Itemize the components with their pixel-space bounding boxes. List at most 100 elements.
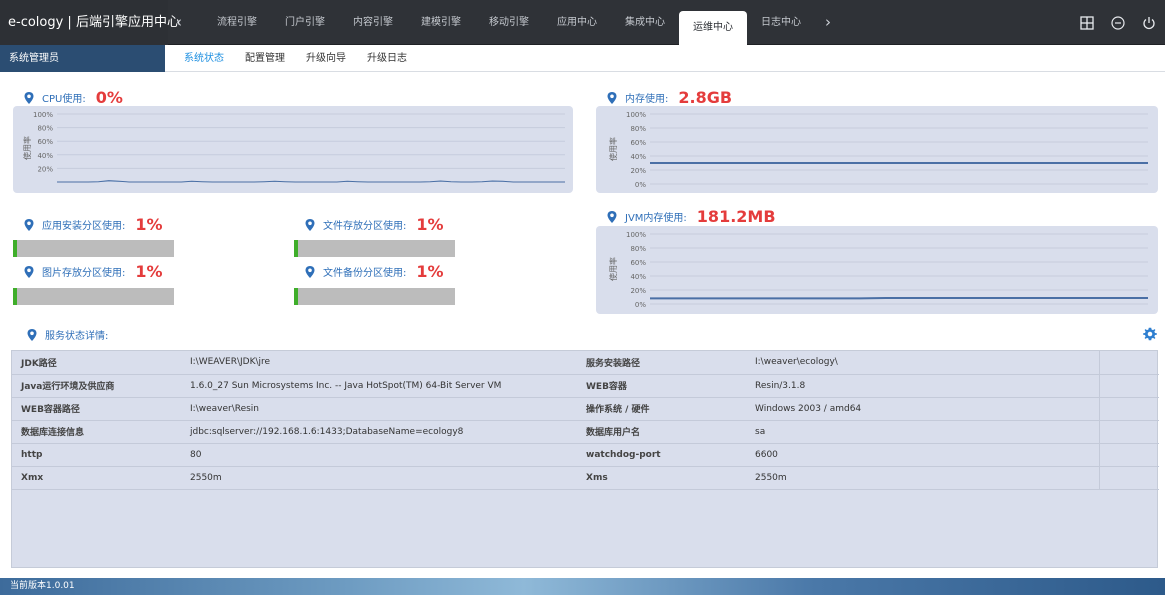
tab-upgrade-wizard[interactable]: 升级向导: [306, 45, 346, 72]
y-tick-label: 100%: [626, 231, 646, 239]
table-cell-empty: [1098, 420, 1159, 444]
nav-tab-7[interactable]: 运维中心: [679, 11, 747, 45]
image-partition-label: 图片存放分区使用:: [42, 268, 126, 279]
backup-partition-label: 文件备份分区使用:: [323, 268, 407, 279]
system-status-panel: CPU使用: 0% 100% 80% 60% 40% 20% 使用率 内存使用: 2.8G…: [0, 72, 1165, 578]
service-value: I:\WEAVER\JDK\jre: [181, 351, 577, 375]
table-row: http 80 watchdog-port 6600: [12, 443, 1159, 467]
service-key: Xms: [577, 466, 746, 490]
nav-tab-0[interactable]: 流程引擎: [203, 0, 271, 45]
tab-config-management[interactable]: 配置管理: [245, 45, 285, 72]
backup-partition-title: 文件备份分区使用: 1%: [303, 262, 444, 281]
nav-tab-4[interactable]: 移动引擎: [475, 0, 543, 45]
image-partition-value: 1%: [135, 262, 163, 281]
table-row: Java运行环境及供应商 1.6.0_27 Sun Microsystems In…: [12, 374, 1159, 398]
version-label: 当前版本1.0.01: [10, 581, 75, 591]
file-partition-title: 文件存放分区使用: 1%: [303, 215, 444, 234]
service-value: I:\weaver\ecology\: [746, 351, 1099, 375]
nav-tab-1[interactable]: 门户引擎: [271, 0, 339, 45]
table-cell-empty: [1098, 374, 1159, 398]
nav-tab-3[interactable]: 建模引擎: [407, 0, 475, 45]
service-value: Resin/3.1.8: [746, 374, 1099, 398]
menu-circle-icon[interactable]: [1110, 15, 1126, 31]
jvm-usage-chart: 100% 80% 60% 40% 20% 0% 使用率: [596, 226, 1158, 314]
location-pin-icon: [305, 218, 315, 231]
main-nav-tabs: 流程引擎 门户引擎 内容引擎 建模引擎 移动引擎 应用中心 集成中心 运维中心 日志中心: [203, 0, 815, 45]
memory-chart-svg: 100% 80% 60% 40% 20% 0% 使用率: [608, 111, 1148, 189]
app-partition-bar: [13, 240, 174, 257]
grid-icon[interactable]: [1079, 15, 1095, 31]
y-axis-label: 使用率: [608, 257, 618, 281]
file-partition-bar-fill: [296, 240, 298, 257]
jvm-usage-label: JVM内存使用:: [625, 213, 687, 224]
backup-partition-bar: [294, 288, 455, 305]
service-value: I:\weaver\Resin: [181, 397, 577, 421]
table-cell-empty: [1098, 397, 1159, 421]
service-value: Windows 2003 / amd64: [746, 397, 1099, 421]
y-tick-label: 40%: [37, 152, 53, 160]
cpu-chart-svg: 100% 80% 60% 40% 20% 使用率: [22, 111, 565, 183]
jvm-chart-svg: 100% 80% 60% 40% 20% 0% 使用率: [608, 231, 1148, 309]
chevron-right-icon[interactable]: ›: [825, 0, 831, 45]
cpu-usage-value: 0%: [95, 88, 123, 107]
service-key: 服务安装路径: [577, 351, 746, 375]
y-axis-label: 使用率: [608, 137, 618, 161]
service-key: WEB容器: [577, 374, 746, 398]
power-icon[interactable]: [1141, 15, 1157, 31]
app-partition-bar-fill: [15, 240, 17, 257]
service-details-panel: JDK路径 I:\WEAVER\JDK\jre 服务安装路径 I:\weaver\ec…: [11, 350, 1159, 568]
table-row: Xmx 2550m Xms 2550m: [12, 466, 1159, 490]
admin-label: 系统管理员: [0, 45, 165, 72]
service-key: 数据库连接信息: [12, 420, 181, 444]
nav-tab-8[interactable]: 日志中心: [747, 0, 815, 45]
tab-upgrade-log[interactable]: 升级日志: [367, 45, 407, 72]
y-tick-label: 0%: [635, 301, 646, 309]
nav-tab-2[interactable]: 内容引擎: [339, 0, 407, 45]
memory-usage-title: 内存使用: 2.8GB: [605, 88, 732, 107]
file-partition-bar: [294, 240, 455, 257]
memory-usage-chart: 100% 80% 60% 40% 20% 0% 使用率: [596, 106, 1158, 193]
y-axis-label: 使用率: [22, 136, 32, 160]
table-cell-empty: [1098, 443, 1159, 467]
service-value: sa: [746, 420, 1099, 444]
service-value: 80: [181, 443, 577, 467]
y-tick-label: 40%: [630, 153, 646, 161]
gear-icon[interactable]: [1143, 327, 1157, 341]
table-cell-empty: [1098, 351, 1159, 375]
location-pin-icon: [27, 328, 37, 341]
y-tick-label: 80%: [630, 125, 646, 133]
y-tick-label: 80%: [630, 245, 646, 253]
service-key: Java运行环境及供应商: [12, 374, 181, 398]
nav-tab-6[interactable]: 集成中心: [611, 0, 679, 45]
footer-bar: 当前版本1.0.01: [0, 578, 1165, 595]
app-title: e-cology | 后端引擎应用中心: [0, 0, 180, 45]
chevron-left-icon[interactable]: ‹: [176, 0, 182, 45]
service-details-table: JDK路径 I:\WEAVER\JDK\jre 服务安装路径 I:\weaver\ec…: [12, 351, 1159, 490]
jvm-usage-title: JVM内存使用: 181.2MB: [605, 207, 776, 226]
memory-usage-value: 2.8GB: [678, 88, 733, 107]
y-tick-label: 40%: [630, 273, 646, 281]
service-details-title: 服务状态详情:: [25, 327, 108, 342]
location-pin-icon: [24, 218, 34, 231]
app-partition-title: 应用安装分区使用: 1%: [22, 215, 163, 234]
cpu-usage-title: CPU使用: 0%: [22, 88, 123, 107]
table-row: WEB容器路径 I:\weaver\Resin 操作系统 / 硬件 Windows 2…: [12, 397, 1159, 421]
top-right-icons: [1079, 0, 1157, 45]
cpu-usage-chart: 100% 80% 60% 40% 20% 使用率: [13, 106, 573, 193]
y-tick-label: 60%: [630, 139, 646, 147]
service-key: Xmx: [12, 466, 181, 490]
jvm-usage-value: 181.2MB: [696, 207, 776, 226]
app-partition-value: 1%: [135, 215, 163, 234]
service-key: JDK路径: [12, 351, 181, 375]
file-partition-value: 1%: [416, 215, 444, 234]
y-tick-label: 20%: [630, 167, 646, 175]
y-tick-label: 60%: [630, 259, 646, 267]
service-value: 1.6.0_27 Sun Microsystems Inc. -- Java H…: [181, 374, 577, 398]
sub-tabs: 系统状态 配置管理 升级向导 升级日志: [184, 45, 407, 72]
service-key: 数据库用户名: [577, 420, 746, 444]
y-tick-label: 0%: [635, 181, 646, 189]
nav-tab-5[interactable]: 应用中心: [543, 0, 611, 45]
y-tick-label: 100%: [33, 111, 53, 119]
tab-system-status[interactable]: 系统状态: [184, 45, 224, 72]
top-navigation-bar: e-cology | 后端引擎应用中心 ‹ 流程引擎 门户引擎 内容引擎 建模引擎 移动…: [0, 0, 1165, 45]
